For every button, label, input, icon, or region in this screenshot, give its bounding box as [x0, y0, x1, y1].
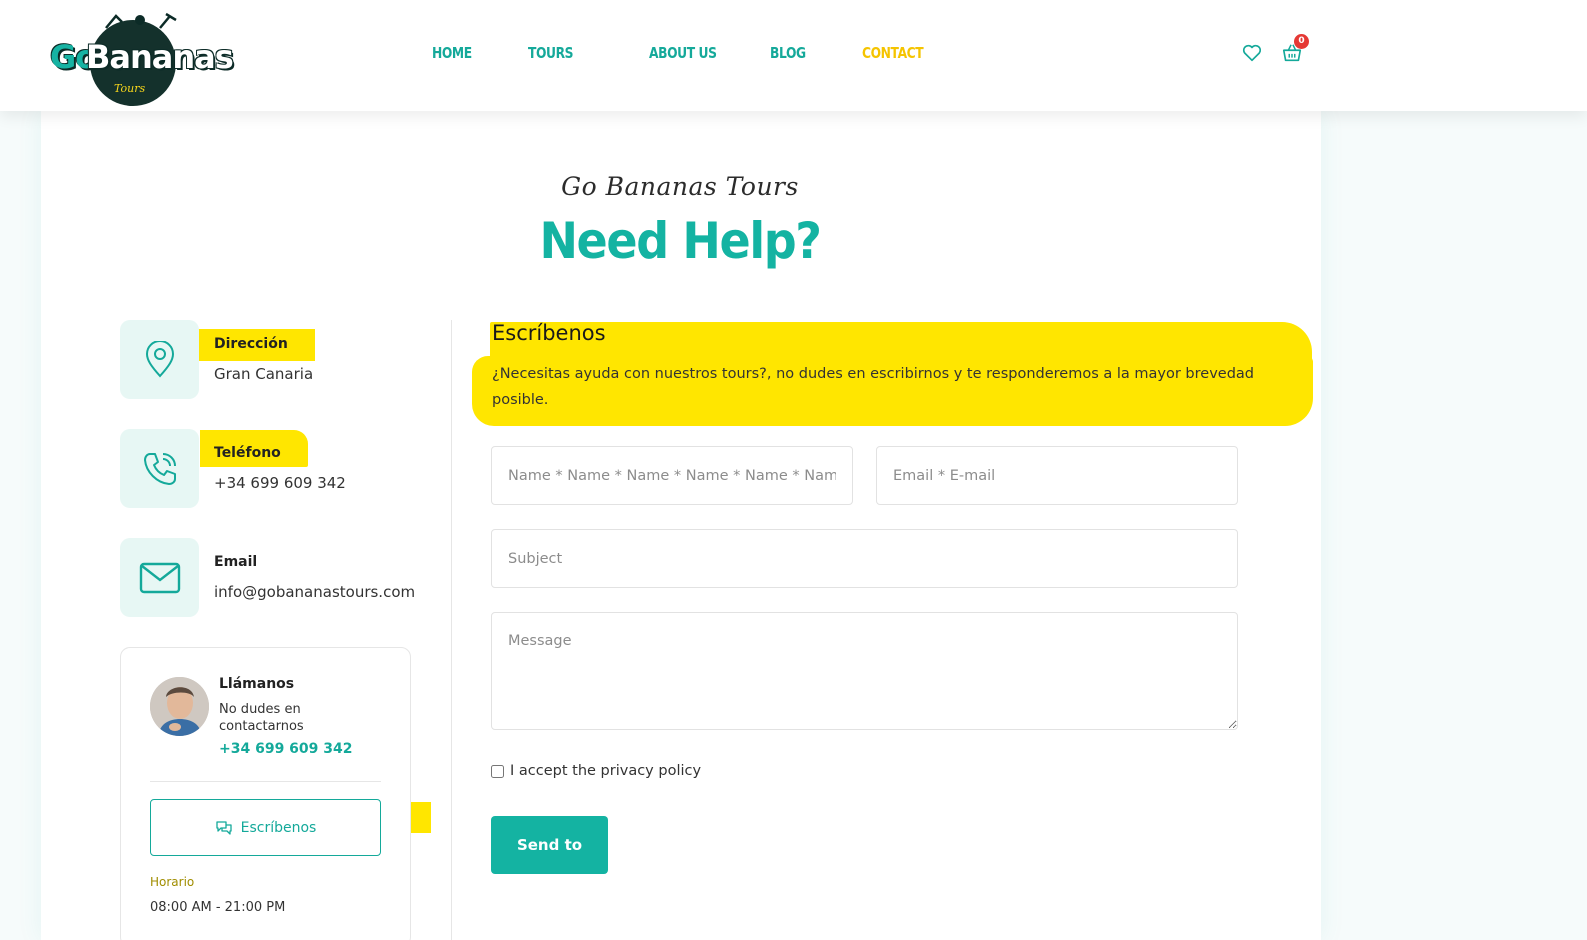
email-label: Email	[214, 554, 258, 570]
form-description: ¿Necesitas ayuda con nuestros tours?, no…	[492, 366, 1254, 408]
site-header: Go Bananas Tours HOME TOURS ABOUT US BLO…	[0, 0, 1587, 111]
nav-blog[interactable]: BLOG	[770, 44, 806, 62]
avatar	[150, 677, 209, 736]
call-text: No dudes en contactarnos	[219, 702, 304, 734]
write-us-button-label: Escríbenos	[240, 819, 317, 836]
nav-tours[interactable]: TOURS	[528, 44, 574, 62]
hours-value: 08:00 AM - 21:00 PM	[150, 900, 286, 915]
cart-count-badge: 0	[1294, 34, 1309, 49]
write-us-button[interactable]: Escríbenos	[150, 799, 381, 856]
email-value[interactable]: info@gobananastours.com	[214, 583, 415, 601]
column-divider	[451, 320, 452, 940]
address-label: Dirección	[214, 336, 288, 352]
logo-text-bananas: Bananas	[86, 38, 234, 76]
gobananas-logo[interactable]: Go Bananas Tours	[48, 12, 234, 106]
phone-tile	[120, 429, 199, 508]
email-input[interactable]	[876, 446, 1238, 505]
logo-props-icon	[105, 12, 177, 29]
subject-input[interactable]	[491, 529, 1238, 588]
script-subtitle: Go Bananas Tours	[561, 172, 799, 201]
address-value: Gran Canaria	[214, 365, 314, 383]
email-tile	[120, 538, 199, 617]
mail-icon	[139, 562, 180, 593]
phone-value[interactable]: +34 699 609 342	[214, 474, 346, 492]
person-photo-icon	[150, 677, 209, 736]
privacy-checkbox[interactable]	[491, 764, 504, 778]
hours-label: Horario	[150, 875, 195, 889]
name-input[interactable]	[491, 446, 853, 505]
map-pin-icon	[145, 340, 174, 377]
nav-home[interactable]: HOME	[432, 44, 472, 62]
privacy-label: I accept the privacy policy	[510, 763, 702, 779]
call-phone-link[interactable]: +34 699 609 342	[219, 741, 353, 757]
nav-about-us[interactable]: ABOUT US	[649, 44, 717, 62]
logo-text-tours: Tours	[114, 82, 146, 95]
address-tile	[120, 320, 199, 399]
chat-icon	[215, 820, 232, 835]
send-button[interactable]: Send to	[491, 816, 608, 874]
call-title: Llámanos	[219, 676, 295, 692]
message-textarea[interactable]	[491, 612, 1238, 730]
heart-icon[interactable]	[1241, 42, 1263, 64]
highlight-mark	[490, 322, 1312, 360]
form-title: Escríbenos	[492, 321, 606, 345]
page-title: Need Help?	[539, 212, 821, 270]
call-divider	[150, 781, 381, 782]
privacy-checkbox-row[interactable]: I accept the privacy policy	[491, 763, 701, 779]
nav-contact[interactable]: CONTACT	[862, 44, 924, 62]
phone-label: Teléfono	[214, 445, 281, 461]
phone-icon	[143, 452, 176, 485]
